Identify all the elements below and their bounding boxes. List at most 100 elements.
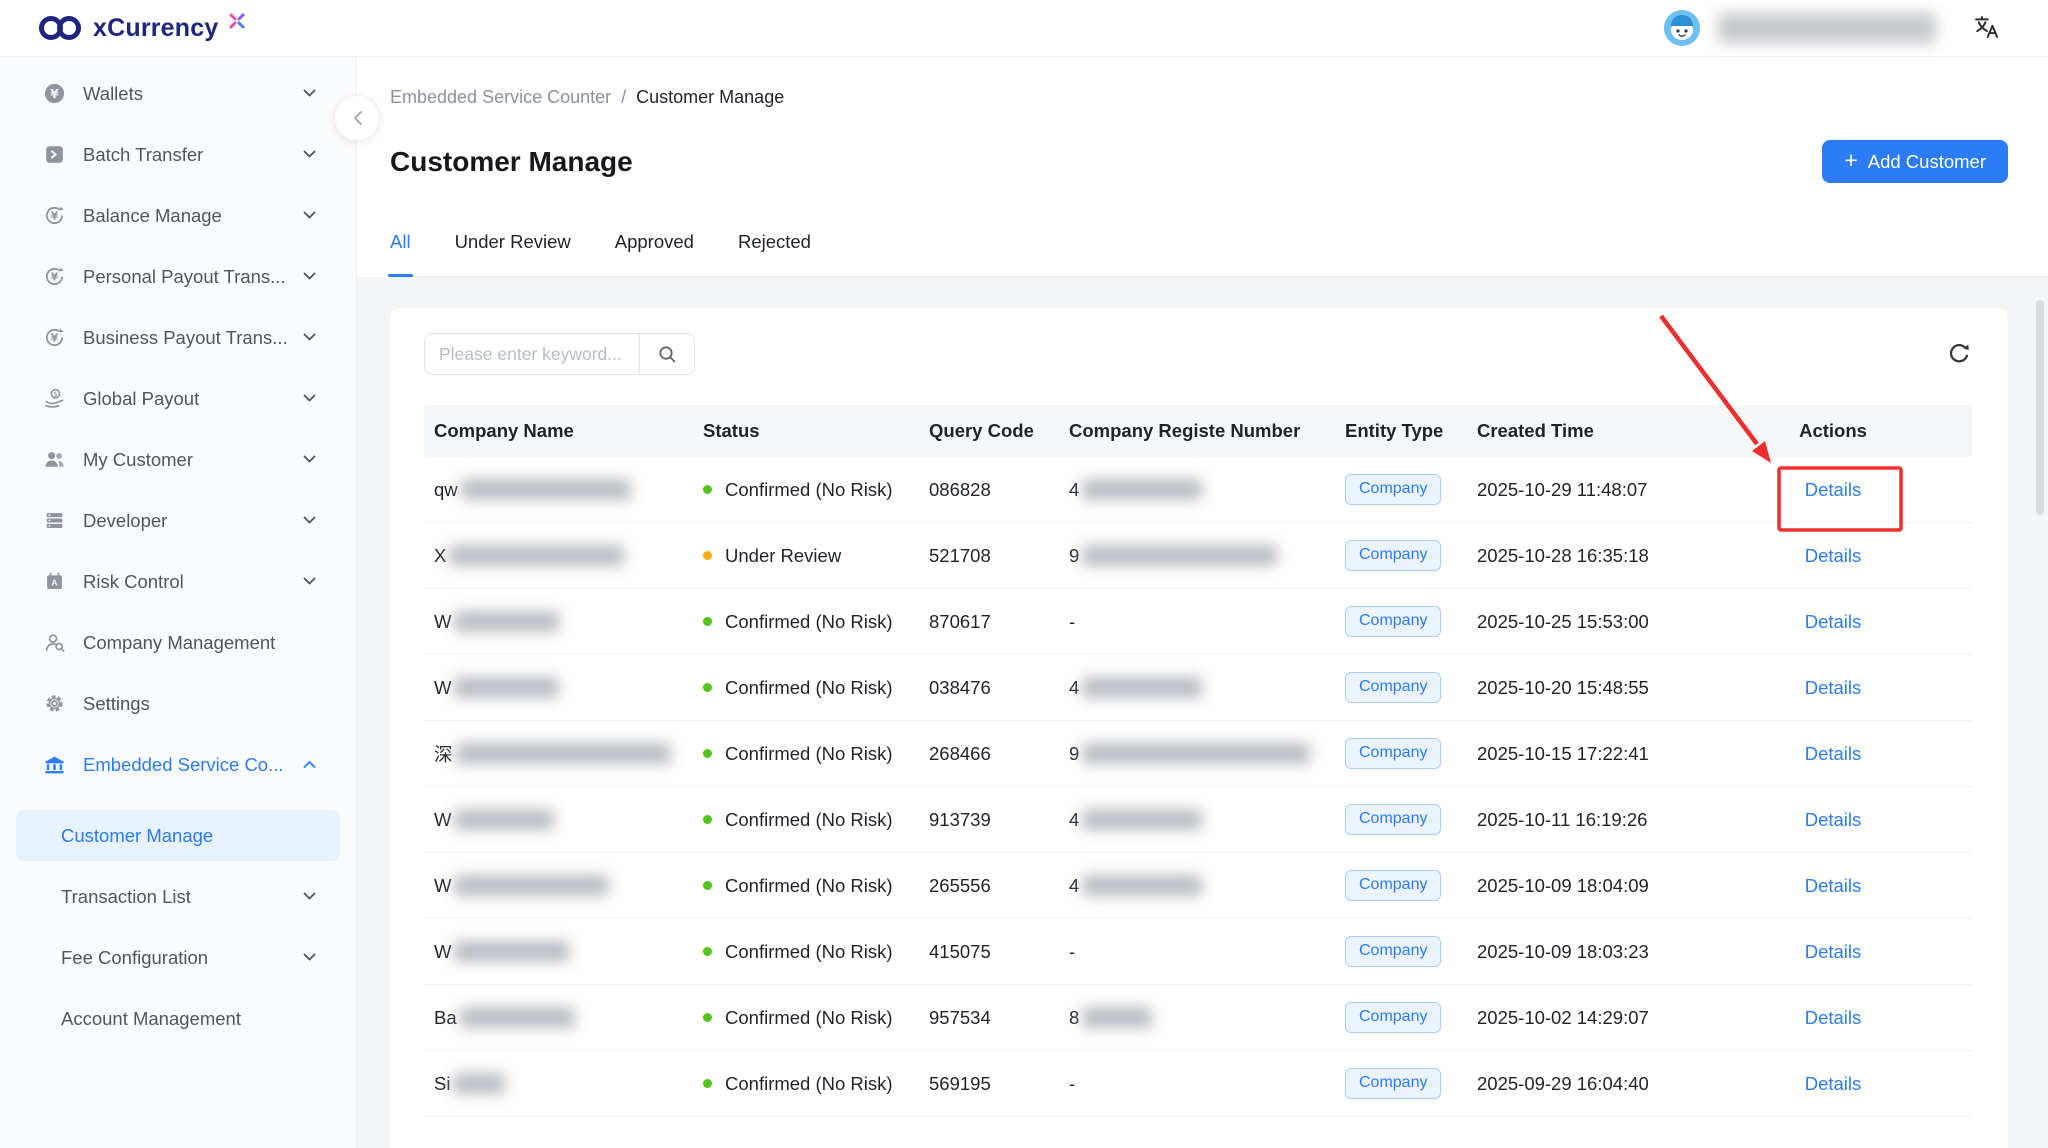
chevron-down-icon bbox=[303, 394, 316, 403]
entity-type-badge: Company bbox=[1345, 804, 1441, 835]
col-status: Status bbox=[687, 420, 919, 442]
details-link[interactable]: Details bbox=[1805, 809, 1862, 831]
avatar[interactable] bbox=[1664, 10, 1700, 46]
company-name-cell: qw bbox=[424, 479, 687, 501]
company-name-cell: W bbox=[424, 875, 687, 897]
table-row: W Confirmed (No Risk) 415075 - Company 2… bbox=[424, 919, 1972, 985]
tab-under-review[interactable]: Under Review bbox=[455, 207, 571, 276]
entity-type-badge: Company bbox=[1345, 474, 1441, 505]
refresh-button[interactable] bbox=[1946, 341, 1972, 370]
actions-cell: Details bbox=[1694, 479, 1972, 501]
details-link[interactable]: Details bbox=[1805, 875, 1862, 897]
company-name-prefix: W bbox=[434, 677, 451, 699]
actions-cell: Details bbox=[1694, 611, 1972, 633]
company-name-prefix: Ba bbox=[434, 1007, 457, 1029]
chevron-down-icon bbox=[303, 272, 316, 281]
sidebar-item-balance-manage[interactable]: ¥ Balance Manage bbox=[0, 185, 356, 246]
table-header: Company Name Status Query Code Company R… bbox=[424, 405, 1972, 457]
registe-number-cell: 9 bbox=[1059, 743, 1335, 765]
registe-number-prefix: 9 bbox=[1069, 545, 1079, 567]
status-text: Confirmed (No Risk) bbox=[725, 1007, 893, 1029]
chevron-left-icon bbox=[352, 110, 363, 126]
details-link[interactable]: Details bbox=[1805, 1073, 1862, 1095]
sidebar-item-company-management[interactable]: Company Management bbox=[0, 612, 356, 673]
sidebar-subitem-customer-manage[interactable]: Customer Manage bbox=[16, 810, 340, 861]
entity-type-cell: Company bbox=[1335, 738, 1467, 769]
entity-type-badge: Company bbox=[1345, 1002, 1441, 1033]
server-icon bbox=[42, 509, 66, 533]
col-created-time: Created Time bbox=[1467, 420, 1694, 442]
created-time-cell: 2025-10-02 14:29:07 bbox=[1467, 1007, 1694, 1029]
query-code-cell: 268466 bbox=[919, 743, 1059, 765]
status-cell: Confirmed (No Risk) bbox=[687, 743, 919, 765]
registe-number-prefix: - bbox=[1069, 611, 1075, 633]
table-row: Ba Confirmed (No Risk) 957534 8 Company … bbox=[424, 985, 1972, 1051]
details-link[interactable]: Details bbox=[1805, 1007, 1862, 1029]
customer-table: Company Name Status Query Code Company R… bbox=[424, 405, 1972, 1117]
query-code-cell: 086828 bbox=[919, 479, 1059, 501]
company-name-prefix: W bbox=[434, 611, 451, 633]
user-name-blurred[interactable] bbox=[1718, 13, 1936, 43]
language-switch-button[interactable] bbox=[1972, 13, 2000, 44]
sidebar-subitem-transaction-list[interactable]: Transaction List bbox=[0, 866, 356, 927]
table-row: W Confirmed (No Risk) 913739 4 Company 2… bbox=[424, 787, 1972, 853]
registe-number-prefix: - bbox=[1069, 941, 1075, 963]
details-link[interactable]: Details bbox=[1805, 677, 1862, 699]
registe-number-prefix: - bbox=[1069, 1073, 1075, 1095]
page-title: Customer Manage bbox=[390, 146, 633, 178]
details-link[interactable]: Details bbox=[1805, 941, 1862, 963]
company-name-blurred bbox=[449, 545, 624, 566]
sidebar-collapse-button[interactable] bbox=[334, 95, 380, 141]
sidebar-item-settings[interactable]: Settings bbox=[0, 673, 356, 734]
company-name-blurred bbox=[454, 941, 569, 962]
company-name-cell: W bbox=[424, 941, 687, 963]
details-link[interactable]: Details bbox=[1805, 545, 1862, 567]
sparkle-icon bbox=[228, 12, 246, 35]
query-code-cell: 265556 bbox=[919, 875, 1059, 897]
status-cell: Confirmed (No Risk) bbox=[687, 875, 919, 897]
query-code-cell: 415075 bbox=[919, 941, 1059, 963]
breadcrumb-parent[interactable]: Embedded Service Counter bbox=[390, 87, 611, 108]
table-row: W Confirmed (No Risk) 265556 4 Company 2… bbox=[424, 853, 1972, 919]
company-name-blurred bbox=[454, 677, 559, 698]
details-link[interactable]: Details bbox=[1805, 611, 1862, 633]
registe-number-blurred bbox=[1082, 677, 1202, 698]
svg-text:¥: ¥ bbox=[50, 86, 59, 101]
actions-cell: Details bbox=[1694, 941, 1972, 963]
actions-cell: Details bbox=[1694, 743, 1972, 765]
search-input[interactable] bbox=[425, 334, 639, 374]
tab-all[interactable]: All bbox=[390, 207, 411, 276]
sidebar-subitem-account-management[interactable]: Account Management bbox=[0, 988, 356, 1049]
sidebar-item-business-payout[interactable]: ¥ Business Payout Trans... bbox=[0, 307, 356, 368]
sidebar-subitem-fee-configuration[interactable]: Fee Configuration bbox=[0, 927, 356, 988]
registe-number-blurred bbox=[1082, 479, 1202, 500]
scrollbar-thumb[interactable] bbox=[2036, 300, 2044, 515]
brand: xCurrency bbox=[0, 12, 246, 44]
chevron-down-icon bbox=[303, 577, 316, 586]
search-button[interactable] bbox=[639, 334, 694, 374]
status-dot bbox=[703, 881, 712, 890]
sidebar-item-wallets[interactable]: ¥ Wallets bbox=[0, 63, 356, 124]
sidebar-item-my-customer[interactable]: My Customer bbox=[0, 429, 356, 490]
tab-approved[interactable]: Approved bbox=[615, 207, 694, 276]
refresh-yen-icon: ¥ bbox=[42, 204, 66, 228]
status-text: Confirmed (No Risk) bbox=[725, 1073, 893, 1095]
details-link[interactable]: Details bbox=[1805, 743, 1862, 765]
actions-cell: Details bbox=[1694, 545, 1972, 567]
translate-icon bbox=[1972, 29, 2000, 44]
sidebar-item-batch-transfer[interactable]: Batch Transfer bbox=[0, 124, 356, 185]
sidebar-item-embedded-service[interactable]: Embedded Service Co... bbox=[0, 734, 356, 795]
add-customer-button[interactable]: + Add Customer bbox=[1822, 140, 2008, 183]
actions-cell: Details bbox=[1694, 809, 1972, 831]
sidebar-item-developer[interactable]: Developer bbox=[0, 490, 356, 551]
sidebar-item-personal-payout[interactable]: ¥ Personal Payout Trans... bbox=[0, 246, 356, 307]
company-name-cell: X bbox=[424, 545, 687, 567]
sidebar-item-risk-control[interactable]: A Risk Control bbox=[0, 551, 356, 612]
status-text: Confirmed (No Risk) bbox=[725, 743, 893, 765]
details-link[interactable]: Details bbox=[1805, 479, 1862, 501]
sidebar-item-global-payout[interactable]: $ Global Payout bbox=[0, 368, 356, 429]
registe-number-cell: 4 bbox=[1059, 809, 1335, 831]
tab-rejected[interactable]: Rejected bbox=[738, 207, 811, 276]
status-dot bbox=[703, 749, 712, 758]
chevron-down-icon bbox=[303, 455, 316, 464]
